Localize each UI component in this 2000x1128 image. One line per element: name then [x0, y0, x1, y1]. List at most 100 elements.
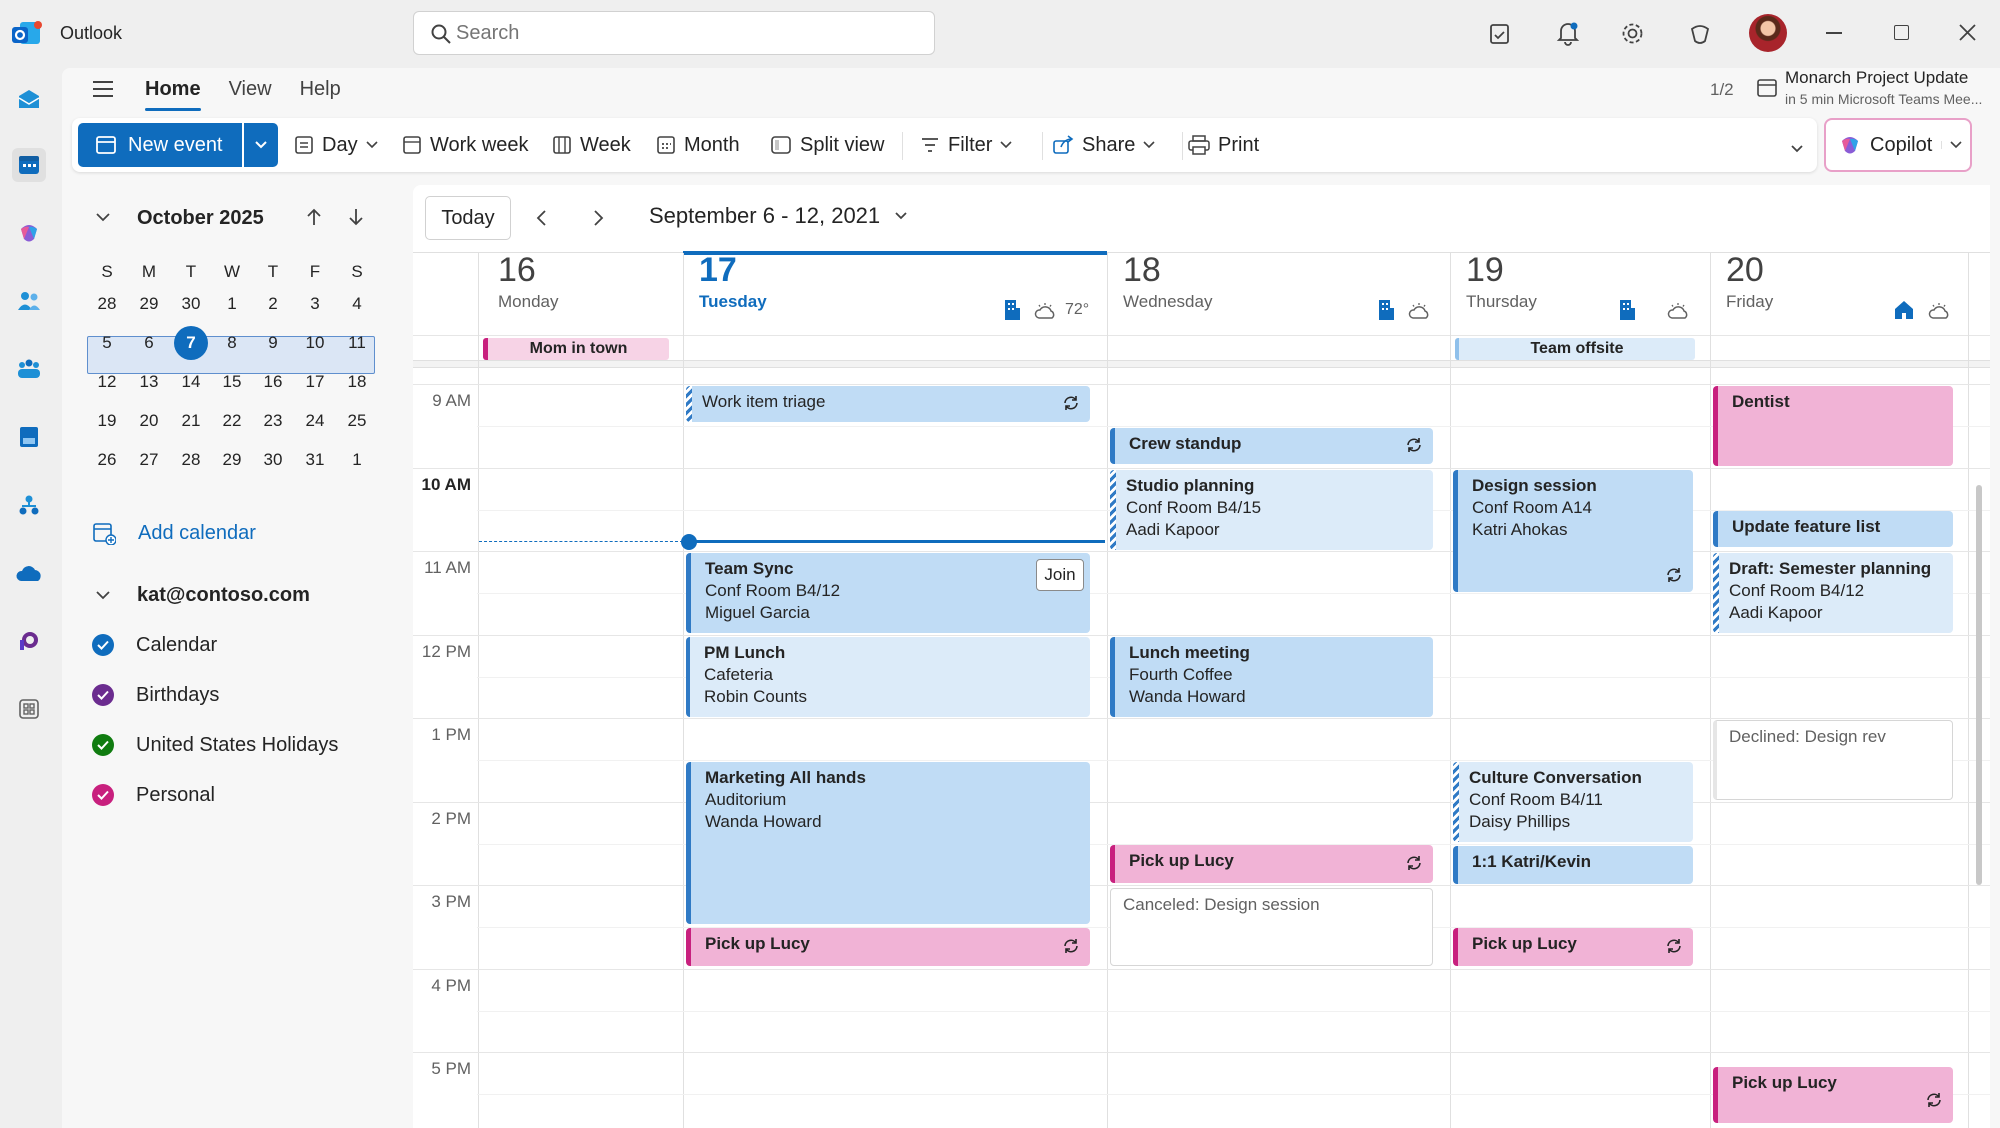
event-crew-standup[interactable]: Crew standup [1110, 428, 1433, 464]
event-pick-up-lucy[interactable]: Pick up Lucy [1110, 845, 1433, 883]
more-apps-icon[interactable] [12, 692, 46, 726]
mini-calendar-day[interactable]: 12 [88, 365, 126, 399]
work-week-button[interactable]: Work week [402, 127, 529, 163]
people-icon[interactable] [12, 284, 46, 318]
viva-icon[interactable] [12, 624, 46, 658]
mini-calendar-day[interactable]: 15 [213, 365, 251, 399]
mini-calendar-day[interactable]: 1 [338, 443, 376, 477]
day-view-button[interactable]: Day [294, 127, 378, 163]
onedrive-icon[interactable] [12, 556, 46, 590]
event-declined-design-rev[interactable]: Declined: Design rev [1713, 720, 1953, 800]
share-button[interactable]: Share [1052, 127, 1155, 163]
chevron-down-icon[interactable] [1941, 141, 1962, 149]
reminder-counter[interactable]: 1/2 [1710, 80, 1734, 100]
chevron-left-icon[interactable] [535, 209, 547, 227]
gear-icon[interactable] [1620, 21, 1645, 46]
week-button[interactable]: Week [552, 127, 631, 163]
mini-calendar-day[interactable]: 20 [130, 404, 168, 438]
mini-calendar-day[interactable]: 27 [130, 443, 168, 477]
mini-calendar-day[interactable]: 21 [172, 404, 210, 438]
mini-calendar-day[interactable]: 4 [338, 287, 376, 321]
bell-icon[interactable] [1555, 20, 1581, 46]
reminder-title[interactable]: Monarch Project Update [1785, 68, 1968, 88]
mini-calendar-day[interactable]: 1 [213, 287, 251, 321]
filter-button[interactable]: Filter [920, 127, 1013, 163]
day-header-tuesday[interactable]: 17 Tuesday [699, 251, 767, 312]
tab-view[interactable]: View [229, 78, 272, 101]
mini-calendar-day[interactable]: 18 [338, 365, 376, 399]
close-icon[interactable] [1959, 24, 1976, 41]
event-pm-lunch[interactable]: PM Lunch Cafeteria Robin Counts [686, 637, 1090, 717]
mini-calendar-day[interactable]: 7 [174, 326, 208, 360]
my-day-icon[interactable] [1488, 22, 1512, 46]
ribbon-expand-chevron-icon[interactable] [1790, 144, 1804, 154]
groups-icon[interactable] [12, 352, 46, 386]
mini-calendar-day[interactable]: 28 [88, 287, 126, 321]
date-range-picker[interactable]: September 6 - 12, 2021 [649, 203, 908, 229]
day-header-thursday[interactable]: 19 Thursday [1466, 251, 1537, 312]
event-1-1-katri-kevin[interactable]: 1:1 Katri/Kevin [1453, 846, 1693, 884]
new-event-dropdown[interactable] [244, 123, 278, 167]
arrow-down-icon[interactable] [348, 207, 364, 227]
hamburger-menu-icon[interactable] [92, 80, 114, 98]
search-input[interactable] [456, 18, 916, 48]
event-marketing-all-hands[interactable]: Marketing All hands Auditorium Wanda How… [686, 762, 1090, 924]
today-button[interactable]: Today [425, 196, 511, 240]
mini-calendar-day[interactable]: 30 [254, 443, 292, 477]
avatar[interactable] [1749, 14, 1787, 52]
mini-calendar-day[interactable]: 9 [254, 326, 292, 360]
mini-calendar-day[interactable]: 24 [296, 404, 334, 438]
tab-help[interactable]: Help [300, 78, 341, 101]
event-team-sync[interactable]: Team Sync Conf Room B4/12 Miguel Garcia … [686, 553, 1090, 633]
chevron-right-icon[interactable] [593, 209, 605, 227]
calendar-item[interactable]: Birthdays [92, 680, 219, 710]
calendar-item[interactable]: Calendar [92, 630, 217, 660]
mini-calendar-day[interactable]: 23 [254, 404, 292, 438]
account-label[interactable]: kat@contoso.com [137, 584, 310, 607]
event-dentist[interactable]: Dentist [1713, 386, 1953, 466]
month-button[interactable]: Month [656, 127, 740, 163]
checkmark-icon[interactable] [92, 684, 114, 706]
mini-calendar-day[interactable]: 11 [338, 326, 376, 360]
copilot-button[interactable]: Copilot [1824, 118, 1972, 172]
mini-calendar-month[interactable]: October 2025 [137, 207, 264, 230]
files-icon[interactable] [12, 420, 46, 454]
mini-calendar-day[interactable]: 22 [213, 404, 251, 438]
mini-calendar-day[interactable]: 13 [130, 365, 168, 399]
event-lunch-meeting[interactable]: Lunch meeting Fourth Coffee Wanda Howard [1110, 637, 1433, 717]
event-design-session[interactable]: Design session Conf Room A14 Katri Ahoka… [1453, 470, 1693, 592]
minimize-icon[interactable] [1826, 32, 1842, 34]
event-pick-up-lucy[interactable]: Pick up Lucy [1453, 928, 1693, 966]
search-box[interactable] [413, 11, 935, 55]
event-pick-up-lucy[interactable]: Pick up Lucy [686, 928, 1090, 966]
collapse-account-chevron-icon[interactable] [95, 590, 111, 600]
mini-calendar-day[interactable]: 16 [254, 365, 292, 399]
checkmark-icon[interactable] [92, 634, 114, 656]
mini-calendar-day[interactable]: 31 [296, 443, 334, 477]
calendar-item[interactable]: Personal [92, 780, 215, 810]
event-pick-up-lucy[interactable]: Pick up Lucy [1713, 1067, 1953, 1123]
new-event-button[interactable]: New event [78, 123, 242, 167]
org-icon[interactable] [12, 488, 46, 522]
add-calendar-link[interactable]: Add calendar [92, 521, 256, 545]
day-header-monday[interactable]: 16 Monday [498, 251, 558, 312]
calendar-item[interactable]: United States Holidays [92, 730, 338, 760]
day-header-friday[interactable]: 20 Friday [1726, 251, 1773, 312]
allday-event-mom-in-town[interactable]: Mom in town [483, 338, 669, 360]
event-studio-planning[interactable]: Studio planning Conf Room B4/15 Aadi Kap… [1110, 470, 1433, 550]
mini-calendar-day[interactable]: 25 [338, 404, 376, 438]
mini-calendar-day[interactable]: 8 [213, 326, 251, 360]
mini-calendar-day[interactable]: 26 [88, 443, 126, 477]
mini-calendar-day[interactable]: 5 [88, 326, 126, 360]
maximize-icon[interactable] [1894, 25, 1909, 40]
event-work-item-triage[interactable]: Work item triage [686, 386, 1090, 422]
event-draft-semester-planning[interactable]: Draft: Semester planning Conf Room B4/12… [1713, 553, 1953, 633]
mini-calendar-day[interactable]: 2 [254, 287, 292, 321]
collapse-month-chevron-icon[interactable] [95, 212, 111, 222]
mail-icon[interactable] [12, 82, 46, 116]
mini-calendar-day[interactable]: 14 [172, 365, 210, 399]
copilot-icon[interactable] [12, 216, 46, 250]
tab-home[interactable]: Home [145, 78, 201, 111]
mini-calendar-day[interactable]: 19 [88, 404, 126, 438]
print-button[interactable]: Print [1188, 127, 1259, 163]
